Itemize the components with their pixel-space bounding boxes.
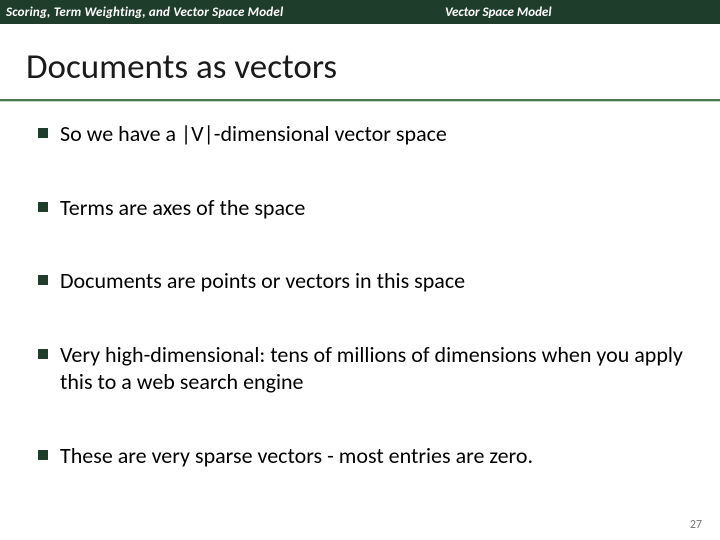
bullet-text: These are very sparse vectors - most ent… [60,442,533,470]
bullet-icon [38,349,48,359]
title-underline-shadow [0,101,720,102]
bullet-text: Very high-dimensional: tens of millions … [60,341,694,396]
bullet-text: So we have a |V|-dimensional vector spac… [60,120,447,148]
list-item: So we have a |V|-dimensional vector spac… [38,120,694,148]
bullet-text: Terms are axes of the space [60,194,305,222]
slide-number: 27 [690,518,702,532]
slide: Scoring, Term Weighting, and Vector Spac… [0,0,720,540]
bullet-icon [38,450,48,460]
content-area: So we have a |V|-dimensional vector spac… [38,120,694,469]
list-item: These are very sparse vectors - most ent… [38,442,694,470]
bullet-icon [38,275,48,285]
header-topic-left: Scoring, Term Weighting, and Vector Spac… [0,5,283,20]
list-item: Terms are axes of the space [38,194,694,222]
header-topic-right: Vector Space Model [445,5,552,20]
list-item: Documents are points or vectors in this … [38,267,694,295]
list-item: Very high-dimensional: tens of millions … [38,341,694,396]
bullet-icon [38,128,48,138]
slide-title: Documents as vectors [26,46,720,88]
header-bar: Scoring, Term Weighting, and Vector Spac… [0,0,720,24]
bullet-icon [38,202,48,212]
bullet-text: Documents are points or vectors in this … [60,267,465,295]
